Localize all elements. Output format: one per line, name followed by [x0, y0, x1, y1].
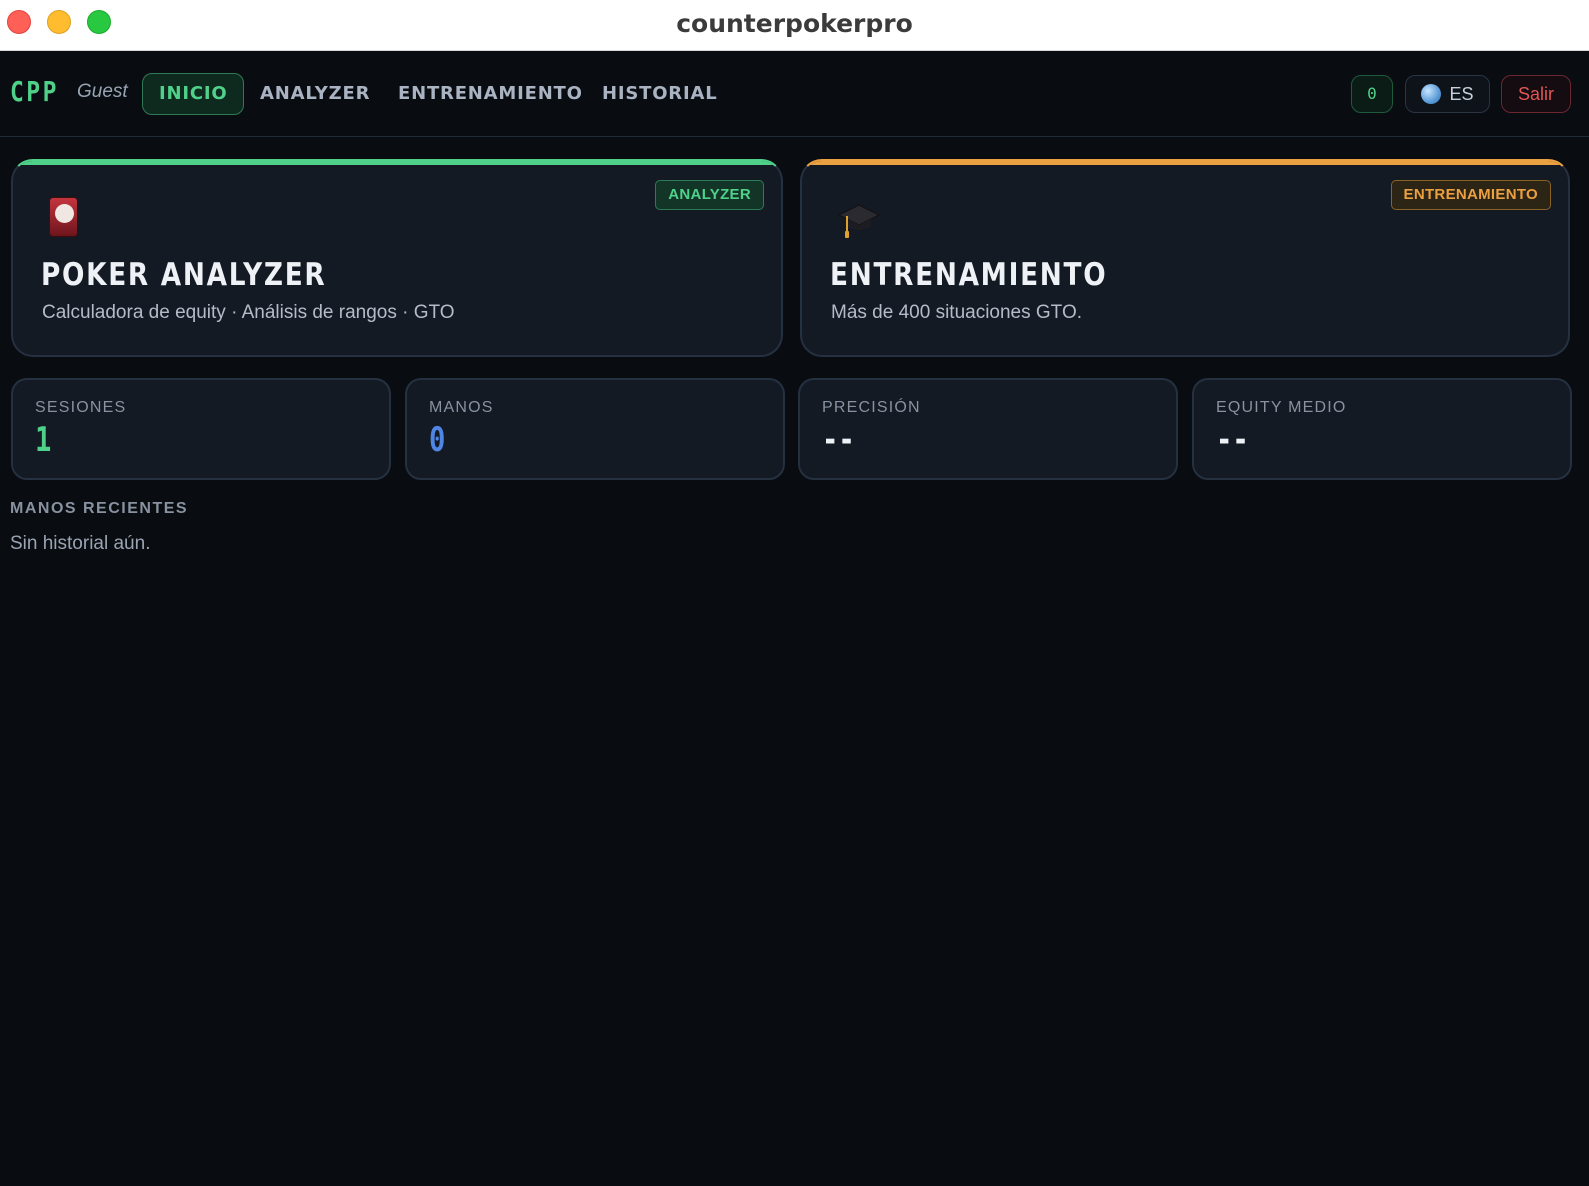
graduation-cap-icon	[837, 201, 881, 241]
recent-hands-title: MANOS RECIENTES	[10, 500, 189, 517]
analyzer-card[interactable]: ANALYZER POKER ANALYZER Calculadora de e…	[11, 159, 783, 357]
stat-precision: PRECISIÓN --	[798, 378, 1178, 480]
language-label: ES	[1449, 84, 1474, 104]
globe-icon	[1421, 84, 1442, 104]
logout-button[interactable]: Salir	[1501, 75, 1571, 113]
window-title: counterpokerpro	[676, 9, 913, 38]
training-card[interactable]: ENTRENAMIENTO ENTRENAMIENTO Más de 400 s…	[800, 159, 1570, 357]
top-navbar: CPP Guest INICIO ANALYZER ENTRENAMIENTO …	[0, 51, 1589, 137]
stat-equity-medio: EQUITY MEDIO --	[1192, 378, 1572, 480]
stat-label: MANOS	[429, 399, 494, 416]
stat-value: --	[1216, 420, 1249, 460]
tab-entrenamiento[interactable]: ENTRENAMIENTO	[381, 73, 600, 115]
analyzer-card-subtitle: Calculadora de equity · Análisis de rang…	[42, 302, 455, 323]
stat-label: PRECISIÓN	[822, 399, 921, 416]
training-card-subtitle: Más de 400 situaciones GTO.	[831, 302, 1082, 323]
chip-counter-badge[interactable]: 0	[1351, 75, 1393, 113]
stat-sesiones: SESIONES 1	[11, 378, 391, 480]
stat-manos: MANOS 0	[405, 378, 785, 480]
playing-card-icon	[49, 197, 78, 237]
stat-label: EQUITY MEDIO	[1216, 399, 1347, 416]
app-logo[interactable]: CPP	[10, 75, 59, 108]
stat-value: --	[822, 420, 855, 460]
analyzer-tag: ANALYZER	[655, 180, 764, 210]
training-tag: ENTRENAMIENTO	[1390, 180, 1551, 210]
stat-value: 0	[429, 420, 446, 460]
window-titlebar: counterpokerpro	[0, 0, 1589, 51]
tab-inicio[interactable]: INICIO	[142, 73, 245, 115]
analyzer-card-title: POKER ANALYZER	[41, 257, 327, 293]
user-name: Guest	[77, 81, 128, 102]
stat-label: SESIONES	[35, 399, 127, 416]
tab-historial[interactable]: HISTORIAL	[585, 73, 734, 115]
tab-analyzer[interactable]: ANALYZER	[243, 73, 387, 115]
stat-value: 1	[35, 420, 52, 460]
language-selector[interactable]: ES	[1405, 75, 1490, 113]
training-card-title: ENTRENAMIENTO	[830, 257, 1108, 293]
recent-hands-empty: Sin historial aún.	[10, 533, 151, 554]
